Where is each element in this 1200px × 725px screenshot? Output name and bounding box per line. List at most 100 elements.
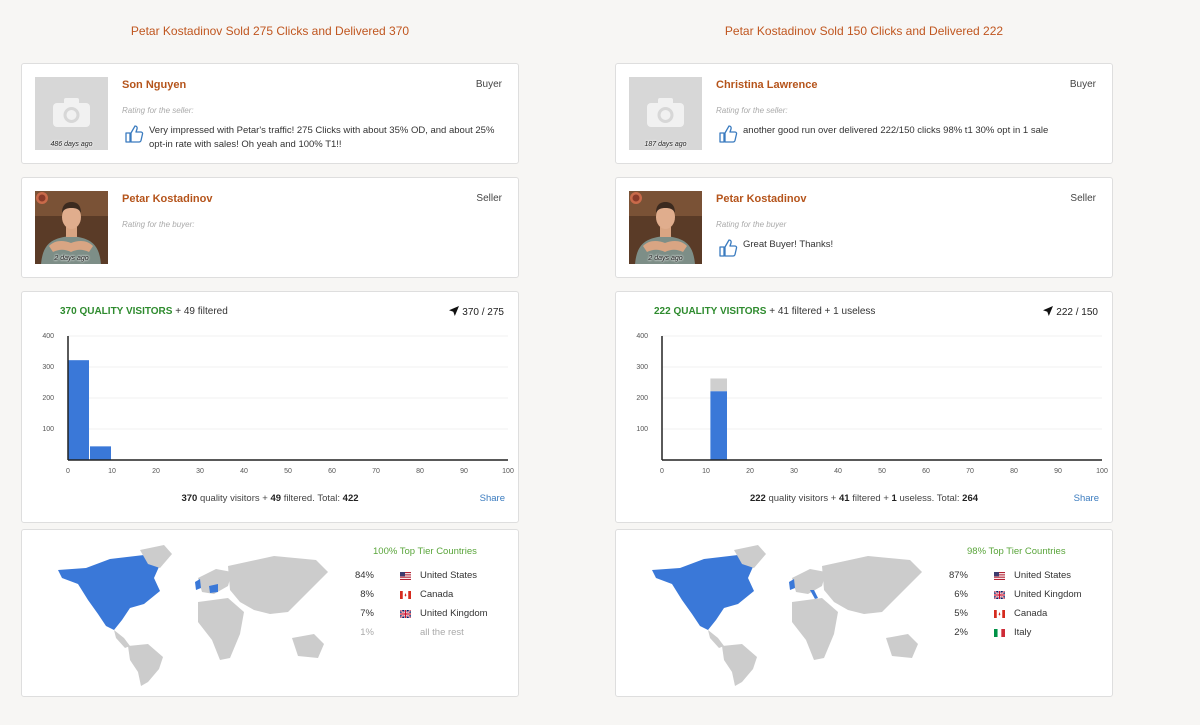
avatar: 2 days ago <box>35 191 108 264</box>
review-comment: Very impressed with Petar's traffic! 275… <box>149 125 495 150</box>
buyer-review-card: 486 days ago Son Nguyen Buyer Rating for… <box>21 63 519 164</box>
world-map <box>652 545 922 686</box>
bar-quality <box>68 360 89 460</box>
rating-label: Rating for the buyer: <box>122 220 195 229</box>
bar-filtered <box>710 378 727 392</box>
x-tick-label: 10 <box>702 468 710 475</box>
country-row: 84% United States <box>352 570 512 584</box>
review-age: 2 days ago <box>648 255 683 262</box>
country-name: United Kingdom <box>420 608 488 619</box>
send-arrow-icon <box>1043 306 1054 316</box>
footer-total-count: 422 <box>342 493 359 504</box>
ratio-value: 222 / 150 <box>1056 307 1098 318</box>
quality-visitors-label: 370 QUALITY VISITORS <box>60 306 173 317</box>
country-row: 87% United States <box>946 570 1106 584</box>
country-name: Canada <box>1014 608 1048 619</box>
rating-label: Rating for the seller: <box>122 106 194 115</box>
rating-label: Rating for the seller: <box>716 106 788 115</box>
x-tick-label: 50 <box>878 468 886 475</box>
share-link[interactable]: Share <box>1074 493 1099 504</box>
country-name: all the rest <box>420 627 464 638</box>
chart-footer: 222 quality visitors + 41 filtered + 1 u… <box>616 493 1112 504</box>
x-tick-label: 20 <box>152 468 160 475</box>
country-name: United States <box>420 570 478 581</box>
x-tick-label: 10 <box>108 468 116 475</box>
buyer-review-card: 187 days ago Christina Lawrence Buyer Ra… <box>615 63 1113 164</box>
map-australia <box>292 634 324 658</box>
share-link[interactable]: Share <box>480 493 505 504</box>
thumbs-up-icon <box>125 125 144 143</box>
x-tick-label: 50 <box>284 468 292 475</box>
x-tick-label: 70 <box>966 468 974 475</box>
reviewer-role: Seller <box>1070 193 1096 204</box>
reviewer-role: Buyer <box>475 79 502 90</box>
y-tick-label: 100 <box>42 426 54 433</box>
y-tick-label: 100 <box>636 426 648 433</box>
country-row: 7% United Kingdom <box>352 608 512 622</box>
x-tick-label: 0 <box>660 468 664 475</box>
us-flag-icon <box>400 572 411 580</box>
map-australia <box>886 634 918 658</box>
x-tick-label: 80 <box>1010 468 1018 475</box>
footer-quality-text: quality visitors + <box>199 493 268 504</box>
footer-total-label: Total: <box>936 493 960 504</box>
footer-useless-text: useless. <box>899 493 935 504</box>
quality-visitors-label: 222 QUALITY VISITORS <box>654 306 767 317</box>
country-percent: 7% <box>360 608 374 619</box>
deal-title: Petar Kostadinov Sold 275 Clicks and Del… <box>130 24 410 38</box>
y-tick-label: 200 <box>636 395 648 402</box>
map-central-america <box>708 630 724 648</box>
reviewer-name[interactable]: Petar Kostadinov <box>122 193 212 205</box>
thumbs-up-icon <box>719 239 738 257</box>
deal-column: Petar Kostadinov Sold 275 Clicks and Del… <box>21 0 519 697</box>
review-comment: another good run over delivered 222/150 … <box>743 125 1049 136</box>
country-name: United Kingdom <box>1014 589 1082 600</box>
x-tick-label: 40 <box>834 468 842 475</box>
review-age: 486 days ago <box>50 141 93 148</box>
countries-card: 100% Top Tier Countries 84% United State… <box>21 529 519 697</box>
delivery-ratio: 222 / 150 <box>1043 306 1098 318</box>
top-tier-header: 100% Top Tier Countries <box>373 546 477 557</box>
x-tick-label: 70 <box>372 468 380 475</box>
quality-summary: 370 QUALITY VISITORS + 49 filtered <box>60 306 228 317</box>
send-arrow-icon <box>449 306 460 316</box>
deal-column: Petar Kostadinov Sold 150 Clicks and Del… <box>615 0 1113 697</box>
review-age: 187 days ago <box>644 141 687 148</box>
review-age: 2 days ago <box>54 255 89 262</box>
reviewer-name[interactable]: Petar Kostadinov <box>716 193 806 205</box>
footer-filtered-text: filtered + <box>852 493 889 504</box>
map-asia <box>228 556 328 614</box>
map-south-america <box>128 644 163 686</box>
x-tick-label: 30 <box>196 468 204 475</box>
country-percent: 6% <box>954 589 968 600</box>
top-tier-header: 98% Top Tier Countries <box>967 546 1066 557</box>
seller-review-card: 2 days ago Petar Kostadinov Seller Ratin… <box>615 177 1113 278</box>
y-tick-label: 400 <box>42 333 54 340</box>
seller-photo <box>35 191 108 264</box>
footer-quality-text: quality visitors + <box>768 493 837 504</box>
country-percent: 2% <box>954 627 968 638</box>
ca-flag-icon <box>994 610 1005 618</box>
thumbs-up-icon <box>719 125 738 143</box>
visitors-histogram: 100 200 300 400 0 10 20 30 40 50 60 70 80 90 100 <box>636 333 1108 475</box>
x-tick-label: 60 <box>922 468 930 475</box>
seller-review-card: 2 days ago Petar Kostadinov Seller Ratin… <box>21 177 519 278</box>
map-uk <box>195 579 201 590</box>
map-africa <box>198 598 244 660</box>
footer-quality-count: 370 <box>181 493 198 504</box>
x-tick-label: 60 <box>328 468 336 475</box>
reviewer-name[interactable]: Christina Lawrence <box>716 79 817 91</box>
x-tick-label: 100 <box>1096 468 1108 475</box>
us-flag-icon <box>994 572 1005 580</box>
reviewer-name[interactable]: Son Nguyen <box>122 79 186 91</box>
footer-useless-count: 1 <box>891 493 897 504</box>
map-north-america <box>652 555 756 630</box>
x-tick-label: 80 <box>416 468 424 475</box>
x-tick-label: 100 <box>502 468 514 475</box>
x-tick-label: 90 <box>460 468 468 475</box>
map-uk <box>789 579 795 590</box>
ratio-value: 370 / 275 <box>462 307 504 318</box>
traffic-chart-card: 370 QUALITY VISITORS + 49 filtered 370 /… <box>21 291 519 523</box>
deal-title: Petar Kostadinov Sold 150 Clicks and Del… <box>724 24 1004 38</box>
review-comment: Great Buyer! Thanks! <box>743 239 834 250</box>
